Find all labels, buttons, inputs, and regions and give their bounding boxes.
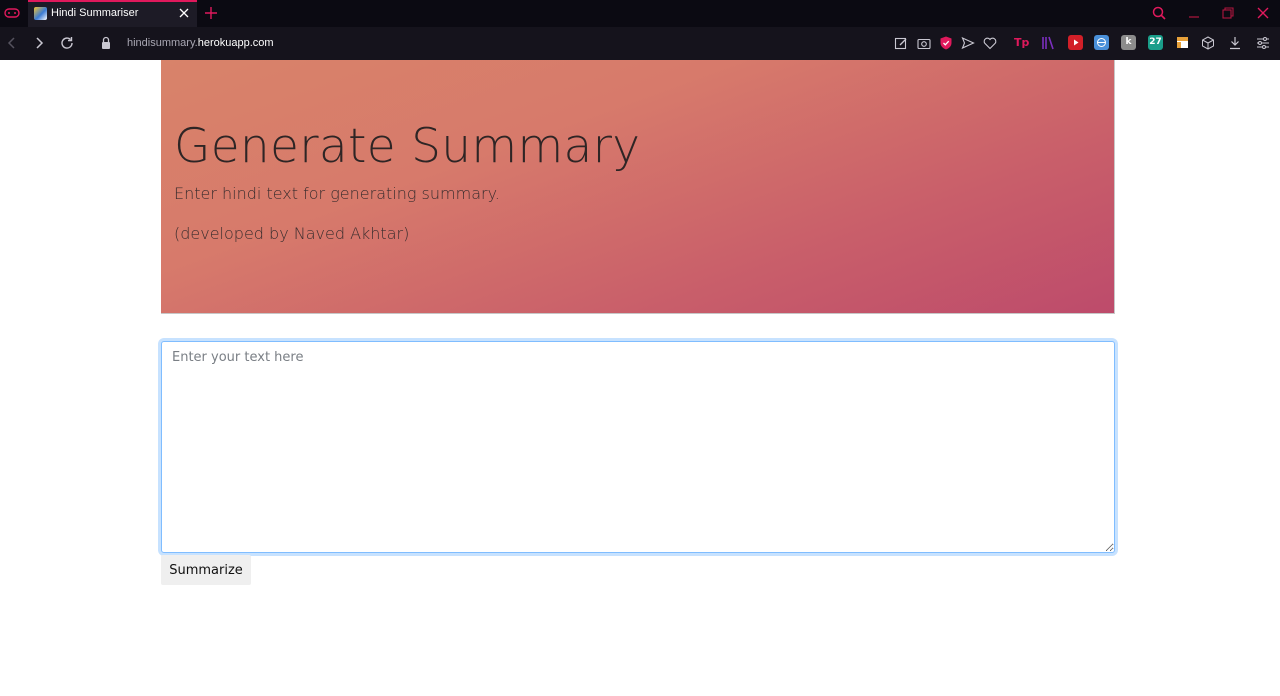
minimize-window-icon[interactable] [1186, 5, 1202, 21]
send-icon[interactable] [960, 35, 976, 51]
heart-icon[interactable] [982, 35, 998, 51]
globe-icon [1097, 38, 1106, 47]
video-extension-icon[interactable] [1068, 35, 1083, 50]
new-tab-plus-icon[interactable] [203, 5, 219, 21]
address-url[interactable]: hindisummary.herokuapp.com [127, 37, 274, 49]
restore-window-icon[interactable] [1220, 5, 1236, 21]
hero-jumbotron: Generate Summary Enter hindi text for ge… [161, 60, 1115, 314]
browser-address-bar: hindisummary.herokuapp.com Tp k 27 [0, 27, 1280, 60]
forward-arrow-icon[interactable] [31, 35, 47, 51]
summarize-button[interactable]: Summarize [161, 555, 251, 585]
gamepad-icon[interactable] [4, 6, 20, 20]
page-title: Generate Summary [174, 119, 641, 174]
site-favicon-icon [34, 7, 47, 20]
back-arrow-icon[interactable] [4, 35, 20, 51]
close-tab-icon[interactable] [177, 6, 191, 20]
layout-icon [1177, 37, 1188, 48]
browser-tab-active[interactable]: Hindi Summariser [28, 0, 197, 27]
tp-extension-icon[interactable]: Tp [1014, 35, 1029, 50]
easy-setup-menu-icon[interactable] [1255, 35, 1271, 51]
reload-icon[interactable] [59, 35, 75, 51]
download-icon[interactable] [1227, 35, 1243, 51]
developer-credit: (developed by Naved Akhtar) [174, 224, 410, 243]
url-subdomain: hindisummary. [127, 37, 198, 49]
play-icon [1074, 39, 1079, 46]
hindi-text-input[interactable] [161, 341, 1115, 553]
translate-extension-icon[interactable] [1094, 35, 1109, 50]
cube-icon[interactable] [1200, 35, 1216, 51]
search-icon[interactable] [1151, 5, 1167, 21]
tab-title: Hindi Summariser [51, 7, 139, 19]
close-window-icon[interactable] [1255, 5, 1271, 21]
k-extension-icon[interactable]: k [1121, 35, 1136, 50]
page-subtitle: Enter hindi text for generating summary. [174, 184, 500, 203]
27-extension-icon[interactable]: 27 [1148, 35, 1163, 50]
lock-icon [102, 36, 110, 49]
camera-icon[interactable] [916, 35, 932, 51]
shield-icon[interactable] [938, 35, 954, 51]
edit-icon[interactable] [893, 35, 909, 51]
layout-extension-icon[interactable] [1175, 35, 1190, 50]
url-host: herokuapp.com [197, 37, 274, 49]
browser-tab-bar: Hindi Summariser [0, 0, 1280, 27]
library-extension-icon[interactable] [1040, 35, 1056, 51]
